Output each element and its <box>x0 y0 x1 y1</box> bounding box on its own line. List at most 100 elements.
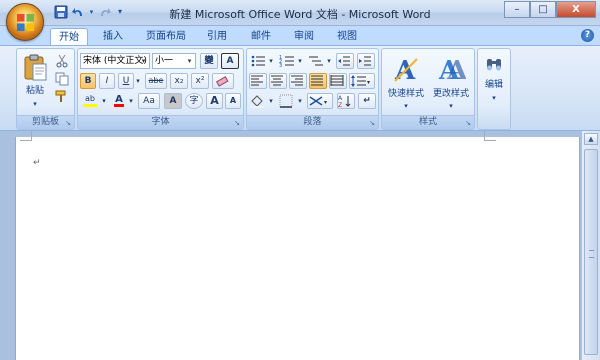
font-label: 字体 <box>151 117 170 127</box>
chinese-layout-icon: ▾ <box>309 96 327 106</box>
shading-dropdown[interactable]: ▾ <box>267 93 275 109</box>
clipboard-launcher-icon[interactable]: ↘ <box>64 119 72 127</box>
superscript-button[interactable]: x² <box>191 73 209 89</box>
character-border-button[interactable]: A <box>221 53 239 69</box>
scroll-thumb[interactable] <box>584 149 598 355</box>
subscript-button[interactable]: x₂ <box>170 73 188 89</box>
vertical-scrollbar[interactable]: ▲ <box>582 131 600 360</box>
margin-corner-right <box>484 131 496 141</box>
strikethrough-button[interactable]: abe <box>145 73 167 89</box>
shrink-font-button[interactable]: A <box>225 93 241 109</box>
underline-button[interactable]: U <box>118 73 134 89</box>
shading-button[interactable] <box>249 93 267 109</box>
paragraph-launcher-icon[interactable]: ↘ <box>368 119 376 127</box>
change-styles-icon: A A <box>438 56 466 83</box>
decrease-indent-button[interactable] <box>336 53 354 69</box>
underline-dropdown[interactable]: ▾ <box>134 73 142 89</box>
copy-icon <box>55 72 69 86</box>
scroll-grip-icon <box>589 250 594 258</box>
tab-home[interactable]: 开始 <box>50 28 88 46</box>
editing-button[interactable]: 编辑 ▾ <box>479 52 509 112</box>
maximize-button[interactable]: □ <box>530 1 556 18</box>
editing-dropdown: ▾ <box>492 94 496 102</box>
tab-view[interactable]: 视图 <box>330 28 364 46</box>
quick-styles-dropdown: ▾ <box>404 102 408 110</box>
align-left-button[interactable] <box>249 73 267 89</box>
tab-page-layout[interactable]: 页面布局 <box>140 28 192 46</box>
tab-review[interactable]: 审阅 <box>287 28 321 46</box>
grow-font-button[interactable]: A <box>206 93 223 109</box>
change-styles-button[interactable]: A A 更改样式 ▾ <box>429 52 473 112</box>
font-color-button[interactable]: A <box>111 93 127 109</box>
chinese-layout-button[interactable]: ▾ <box>307 93 333 109</box>
multilevel-list-icon <box>309 56 323 66</box>
ribbon: 粘贴 ▾ 剪贴板 ↘ 宋体 (中文正文) ▾ 小一 ▾ 變 A B I U ▾ … <box>0 45 600 131</box>
tab-mailings[interactable]: 邮件 <box>244 28 278 46</box>
borders-icon <box>279 94 293 108</box>
font-color-bar <box>114 104 124 107</box>
document-page[interactable] <box>15 137 580 360</box>
align-left-icon <box>251 75 263 86</box>
borders-dropdown[interactable]: ▾ <box>296 93 304 109</box>
minimize-button[interactable]: – <box>504 1 530 18</box>
paragraph-group-label: 段落 ↘ <box>247 115 378 129</box>
numbering-button[interactable]: 123 <box>278 53 296 69</box>
paste-dropdown[interactable]: ▾ <box>21 97 49 111</box>
decrease-indent-icon <box>338 56 350 66</box>
highlight-button[interactable]: ab <box>80 93 100 109</box>
copy-button[interactable] <box>54 71 70 87</box>
font-launcher-icon[interactable]: ↘ <box>233 119 241 127</box>
paste-button[interactable]: 粘贴 ▾ <box>20 52 50 110</box>
window-controls: – □ X <box>504 1 596 18</box>
svg-text:A: A <box>446 56 466 83</box>
multilevel-list-dropdown[interactable]: ▾ <box>325 53 333 69</box>
format-painter-button[interactable] <box>54 89 70 105</box>
svg-text:A: A <box>338 95 343 102</box>
close-button[interactable]: X <box>556 1 596 18</box>
scroll-up-icon[interactable]: ▲ <box>584 133 598 145</box>
tab-references[interactable]: 引用 <box>200 28 234 46</box>
font-size-select[interactable]: 小一 ▾ <box>152 53 196 69</box>
bullets-button[interactable] <box>249 53 267 69</box>
styles-group: A 快速样式 ▾ A A 更改样式 ▾ 样式 ↘ <box>381 48 475 130</box>
character-shading-button[interactable]: A <box>164 93 182 109</box>
line-spacing-button[interactable]: ▾ <box>349 73 375 89</box>
office-button[interactable] <box>6 3 44 41</box>
font-size-value: 小一 <box>155 56 174 66</box>
italic-button[interactable]: I <box>99 73 115 89</box>
clipboard-group-label: 剪贴板 ↘ <box>17 115 74 129</box>
tab-insert[interactable]: 插入 <box>94 28 132 46</box>
distributed-button[interactable] <box>329 73 347 89</box>
borders-button[interactable] <box>278 93 296 109</box>
increase-indent-button[interactable] <box>357 53 375 69</box>
paragraph-label: 段落 <box>303 117 322 127</box>
svg-text:Z: Z <box>338 102 342 108</box>
bullets-dropdown[interactable]: ▾ <box>267 53 275 69</box>
highlight-dropdown[interactable]: ▾ <box>100 93 108 109</box>
font-name-value: 宋体 (中文正文) <box>83 56 147 66</box>
clear-formatting-button[interactable] <box>212 73 234 89</box>
multilevel-list-button[interactable] <box>307 53 325 69</box>
phonetic-guide-button[interactable]: 變 <box>200 53 218 69</box>
help-icon[interactable]: ? <box>581 29 594 42</box>
numbering-dropdown[interactable]: ▾ <box>296 53 304 69</box>
styles-launcher-icon[interactable]: ↘ <box>464 119 472 127</box>
font-group: 宋体 (中文正文) ▾ 小一 ▾ 變 A B I U ▾ abe x₂ x² a… <box>77 48 244 130</box>
format-painter-icon <box>55 90 66 102</box>
font-group-label: 字体 ↘ <box>78 115 243 129</box>
ribbon-tabs: 开始 插入 页面布局 引用 邮件 审阅 视图 ? <box>0 26 600 46</box>
quick-styles-button[interactable]: A 快速样式 ▾ <box>384 52 428 112</box>
sort-button[interactable]: AZ <box>337 93 355 109</box>
justify-button[interactable] <box>309 73 327 89</box>
enclose-characters-button[interactable]: 字 <box>185 93 203 109</box>
align-center-button[interactable] <box>269 73 287 89</box>
change-case-button[interactable]: Aa <box>138 93 160 109</box>
show-marks-button[interactable]: ↵ <box>358 93 376 109</box>
align-right-button[interactable] <box>289 73 307 89</box>
svg-text:3: 3 <box>279 63 282 68</box>
bold-button[interactable]: B <box>80 73 96 89</box>
sort-icon: AZ <box>338 95 351 108</box>
font-color-dropdown[interactable]: ▾ <box>127 93 135 109</box>
cut-button[interactable] <box>54 53 70 69</box>
font-name-select[interactable]: 宋体 (中文正文) ▾ <box>80 53 150 69</box>
